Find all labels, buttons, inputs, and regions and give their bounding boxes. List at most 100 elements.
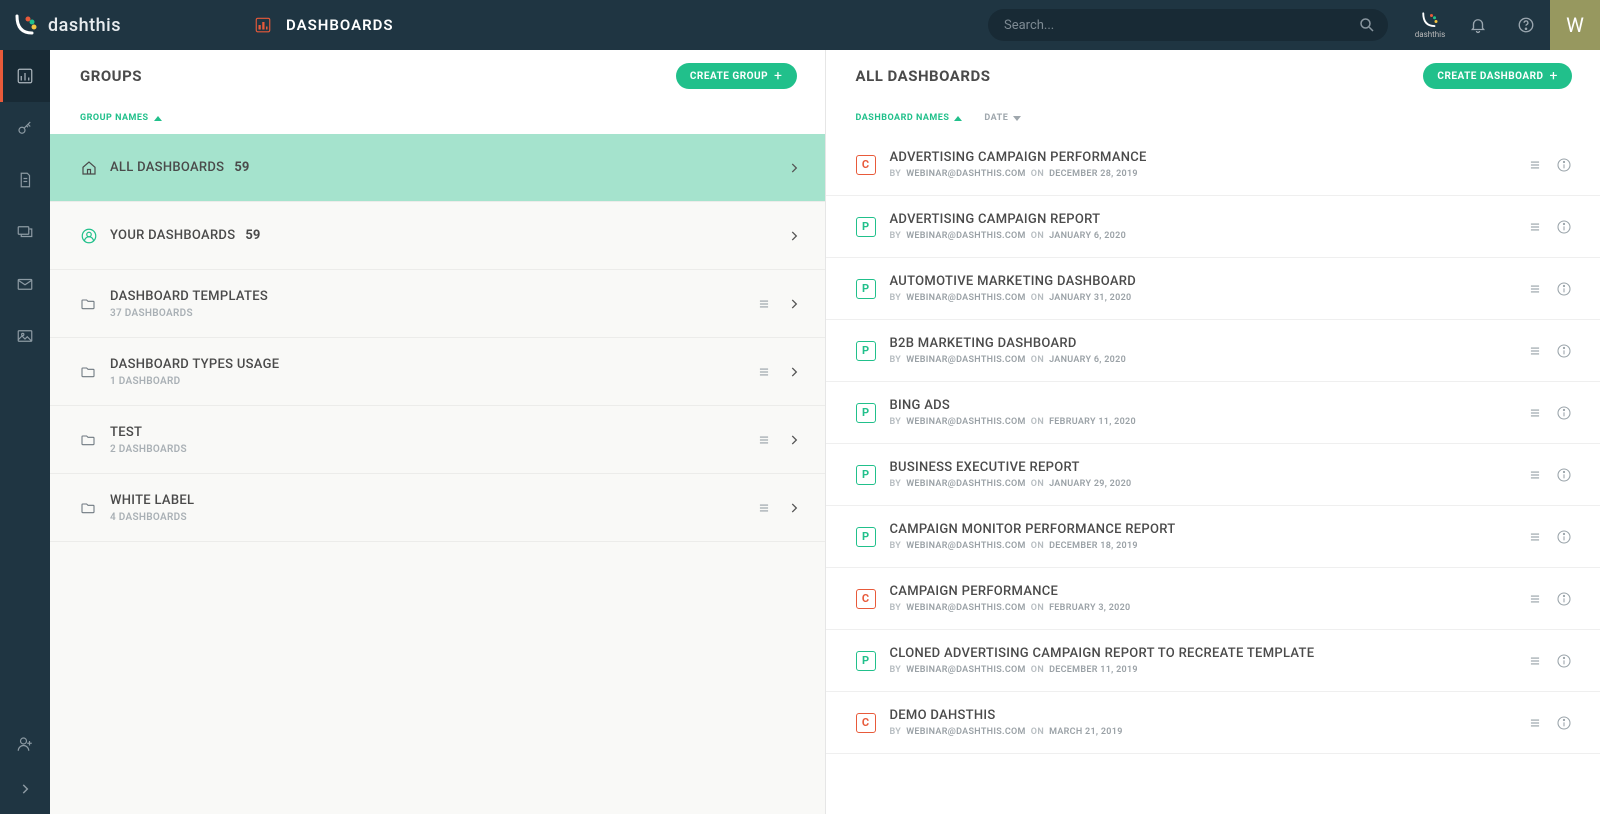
- group-row[interactable]: TEST2 DASHBOARDS: [50, 406, 825, 474]
- side-nav: [0, 50, 50, 814]
- info-icon[interactable]: [1556, 653, 1572, 669]
- dashboard-meta: BY WEBINAR@DASHTHIS.COM ON MARCH 21, 201…: [890, 727, 1529, 737]
- info-icon[interactable]: [1556, 591, 1572, 607]
- group-row[interactable]: WHITE LABEL4 DASHBOARDS: [50, 474, 825, 542]
- dashboard-row[interactable]: PCLONED ADVERTISING CAMPAIGN REPORT TO R…: [826, 630, 1600, 692]
- bell-icon: [1469, 16, 1487, 34]
- group-list: ALL DASHBOARDS 59 YOUR DASHBOARDS 59 DASHBOA…: [50, 134, 825, 814]
- image-icon: [16, 327, 34, 345]
- logo[interactable]: dashthis: [0, 13, 139, 37]
- info-icon[interactable]: [1556, 281, 1572, 297]
- group-row[interactable]: DASHBOARD TYPES USAGE1 DASHBOARD: [50, 338, 825, 406]
- logo-icon: [14, 13, 38, 37]
- menu-icon[interactable]: [1528, 282, 1542, 296]
- nav-add-user[interactable]: [0, 718, 50, 770]
- nav-collapse[interactable]: [0, 770, 50, 808]
- dashboard-title: DEMO DAHSTHIS: [890, 708, 1529, 723]
- dashboard-row[interactable]: PBUSINESS EXECUTIVE REPORTBY WEBINAR@DAS…: [826, 444, 1600, 506]
- caret-up-icon: [154, 116, 162, 121]
- help-button[interactable]: [1502, 0, 1550, 50]
- chevron-right-icon: [787, 365, 801, 379]
- search-input[interactable]: [988, 9, 1388, 41]
- menu-icon[interactable]: [757, 501, 771, 515]
- sort-dashboard-names[interactable]: DASHBOARD NAMES: [856, 113, 963, 123]
- dashboard-title: CAMPAIGN PERFORMANCE: [890, 584, 1529, 599]
- dashboard-row[interactable]: PBING ADSBY WEBINAR@DASHTHIS.COM ON FEBR…: [826, 382, 1600, 444]
- menu-icon[interactable]: [1528, 654, 1542, 668]
- folder-icon: [80, 296, 110, 312]
- nav-images[interactable]: [0, 310, 50, 362]
- dashboard-title: BING ADS: [890, 398, 1529, 413]
- sort-group-names[interactable]: GROUP NAMES: [80, 113, 162, 123]
- nav-dashboards[interactable]: [0, 50, 50, 102]
- group-title: ALL DASHBOARDS: [110, 160, 224, 175]
- create-dashboard-button[interactable]: CREATE DASHBOARD +: [1423, 63, 1572, 89]
- menu-icon[interactable]: [1528, 716, 1542, 730]
- dashboard-title: AUTOMOTIVE MARKETING DASHBOARD: [890, 274, 1529, 289]
- type-badge: P: [856, 279, 876, 299]
- type-badge: P: [856, 217, 876, 237]
- dashboard-row[interactable]: PCAMPAIGN MONITOR PERFORMANCE REPORTBY W…: [826, 506, 1600, 568]
- key-icon: [16, 119, 34, 137]
- dashboard-row[interactable]: CDEMO DAHSTHISBY WEBINAR@DASHTHIS.COM ON…: [826, 692, 1600, 754]
- dashboard-row[interactable]: PB2B MARKETING DASHBOARDBY WEBINAR@DASHT…: [826, 320, 1600, 382]
- dashboard-title: ADVERTISING CAMPAIGN REPORT: [890, 212, 1529, 227]
- info-icon[interactable]: [1556, 529, 1572, 545]
- document-icon: [16, 171, 34, 189]
- nav-mail[interactable]: [0, 258, 50, 310]
- add-user-icon: [16, 735, 34, 753]
- menu-icon[interactable]: [1528, 592, 1542, 606]
- menu-icon[interactable]: [757, 433, 771, 447]
- dashboards-icon: [254, 16, 272, 34]
- dashboard-title: CAMPAIGN MONITOR PERFORMANCE REPORT: [890, 522, 1529, 537]
- group-row[interactable]: YOUR DASHBOARDS 59: [50, 202, 825, 270]
- dashboard-title: B2B MARKETING DASHBOARD: [890, 336, 1529, 351]
- info-icon[interactable]: [1556, 343, 1572, 359]
- dashboard-title: BUSINESS EXECUTIVE REPORT: [890, 460, 1529, 475]
- menu-icon[interactable]: [1528, 158, 1542, 172]
- menu-icon[interactable]: [1528, 468, 1542, 482]
- group-title: DASHBOARD TEMPLATES: [110, 289, 268, 304]
- menu-icon[interactable]: [1528, 344, 1542, 358]
- nav-reports[interactable]: [0, 154, 50, 206]
- chevron-right-icon: [787, 501, 801, 515]
- menu-icon[interactable]: [757, 365, 771, 379]
- info-icon[interactable]: [1556, 405, 1572, 421]
- search-icon[interactable]: [1358, 16, 1376, 34]
- dashboard-meta: BY WEBINAR@DASHTHIS.COM ON DECEMBER 18, …: [890, 541, 1529, 551]
- menu-icon[interactable]: [1528, 220, 1542, 234]
- type-badge: C: [856, 155, 876, 175]
- type-badge: C: [856, 589, 876, 609]
- menu-icon[interactable]: [1528, 530, 1542, 544]
- user-icon: [80, 227, 110, 245]
- chevron-right-icon: [787, 433, 801, 447]
- info-icon[interactable]: [1556, 219, 1572, 235]
- group-title: YOUR DASHBOARDS: [110, 228, 235, 243]
- dashboard-icon: [16, 67, 34, 85]
- chevron-right-icon: [18, 782, 32, 796]
- info-icon[interactable]: [1556, 467, 1572, 483]
- nav-integrations[interactable]: [0, 102, 50, 154]
- sort-date[interactable]: DATE: [984, 113, 1021, 123]
- group-row[interactable]: ALL DASHBOARDS 59: [50, 134, 825, 202]
- dashboard-row[interactable]: PAUTOMOTIVE MARKETING DASHBOARDBY WEBINA…: [826, 258, 1600, 320]
- group-row[interactable]: DASHBOARD TEMPLATES37 DASHBOARDS: [50, 270, 825, 338]
- dashboard-row[interactable]: CADVERTISING CAMPAIGN PERFORMANCEBY WEBI…: [826, 134, 1600, 196]
- dashboard-row[interactable]: CCAMPAIGN PERFORMANCEBY WEBINAR@DASHTHIS…: [826, 568, 1600, 630]
- menu-icon[interactable]: [1528, 406, 1542, 420]
- group-title: DASHBOARD TYPES USAGE: [110, 357, 279, 372]
- brand-mini[interactable]: dashthis: [1406, 0, 1454, 50]
- dashboard-row[interactable]: PADVERTISING CAMPAIGN REPORTBY WEBINAR@D…: [826, 196, 1600, 258]
- type-badge: P: [856, 403, 876, 423]
- notifications-button[interactable]: [1454, 0, 1502, 50]
- info-icon[interactable]: [1556, 157, 1572, 173]
- menu-icon[interactable]: [757, 297, 771, 311]
- group-count: 59: [245, 228, 260, 243]
- create-group-button[interactable]: CREATE GROUP +: [676, 63, 797, 89]
- logo-text: dashthis: [48, 15, 121, 36]
- nav-templates[interactable]: [0, 206, 50, 258]
- caret-down-icon: [1013, 116, 1021, 121]
- user-avatar[interactable]: W: [1550, 0, 1600, 50]
- group-count: 59: [234, 160, 249, 175]
- info-icon[interactable]: [1556, 715, 1572, 731]
